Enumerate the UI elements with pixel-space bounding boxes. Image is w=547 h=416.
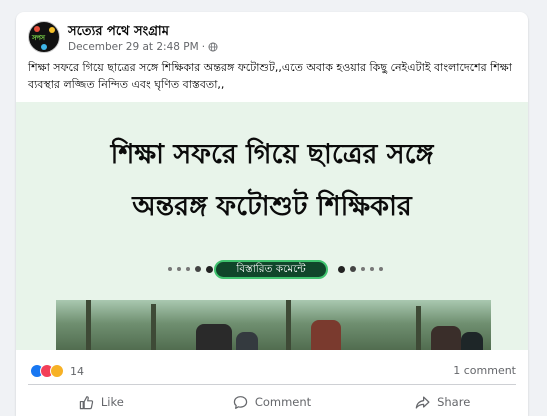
like-label: Like [100, 395, 124, 409]
image-headline-line2: অন্তরঙ্গ ফটোশুট শিক্ষিকার [132, 191, 412, 222]
comment-button[interactable]: Comment [187, 388, 358, 416]
avatar-decoration [49, 27, 55, 33]
share-label: Share [437, 395, 471, 409]
right-dot-decoration [338, 266, 383, 273]
palm-tree [86, 300, 91, 350]
details-in-comment-badge: বিস্তারিত কমেন্টে [214, 260, 328, 279]
comment-hint-row: বিস্তারিত কমেন্টে [16, 260, 528, 279]
avatar-decoration [41, 44, 47, 50]
share-arrow-icon [415, 395, 430, 409]
post-image[interactable]: শিক্ষা সফরে গিয়ে ছাত্রের সঙ্গে অন্তরঙ্গ… [16, 102, 528, 350]
thumbs-up-icon [79, 395, 94, 409]
photo-person [236, 332, 258, 350]
comment-label: Comment [254, 395, 312, 409]
avatar-logo-text: সপস [32, 34, 45, 42]
palm-tree [151, 304, 156, 350]
reactions-summary[interactable]: 14 [30, 362, 84, 380]
palm-tree [286, 300, 291, 350]
post-meta: December 29 at 2:48 PM · [68, 41, 218, 53]
post-header: সপস সত্যের পথে সংগ্রাম December 29 at 2:… [28, 20, 516, 60]
left-dot-decoration [168, 266, 213, 273]
haha-reaction-icon [50, 364, 64, 378]
outdoor-photo [56, 300, 491, 350]
post-caption: শিক্ষা সফরে গিয়ে ছাত্রের সঙ্গে শিক্ষিকা… [28, 61, 512, 91]
actions-divider [28, 384, 516, 385]
speech-bubble-icon [233, 395, 248, 409]
post-card: সপস সত্যের পথে সংগ্রাম December 29 at 2:… [16, 12, 528, 416]
share-button[interactable]: Share [357, 388, 528, 416]
page-avatar[interactable]: সপস [28, 21, 60, 53]
page-name[interactable]: সত্যের পথে সংগ্রাম [68, 22, 169, 43]
like-button[interactable]: Like [16, 388, 187, 416]
photo-person [461, 332, 483, 350]
meta-separator: · [201, 41, 206, 53]
post-actions: Like Comment Share [16, 388, 528, 416]
photo-person [431, 326, 461, 350]
photo-person [196, 324, 232, 350]
image-headline-line1: শিক্ষা সফরে গিয়ে ছাত্রের সঙ্গে [110, 139, 434, 170]
globe-icon[interactable] [208, 42, 218, 52]
photo-person [311, 320, 341, 350]
palm-tree [416, 306, 421, 350]
comment-count[interactable]: 1 comment [453, 364, 516, 377]
reaction-count[interactable]: 14 [70, 365, 84, 378]
post-timestamp[interactable]: December 29 at 2:48 PM [68, 41, 199, 53]
